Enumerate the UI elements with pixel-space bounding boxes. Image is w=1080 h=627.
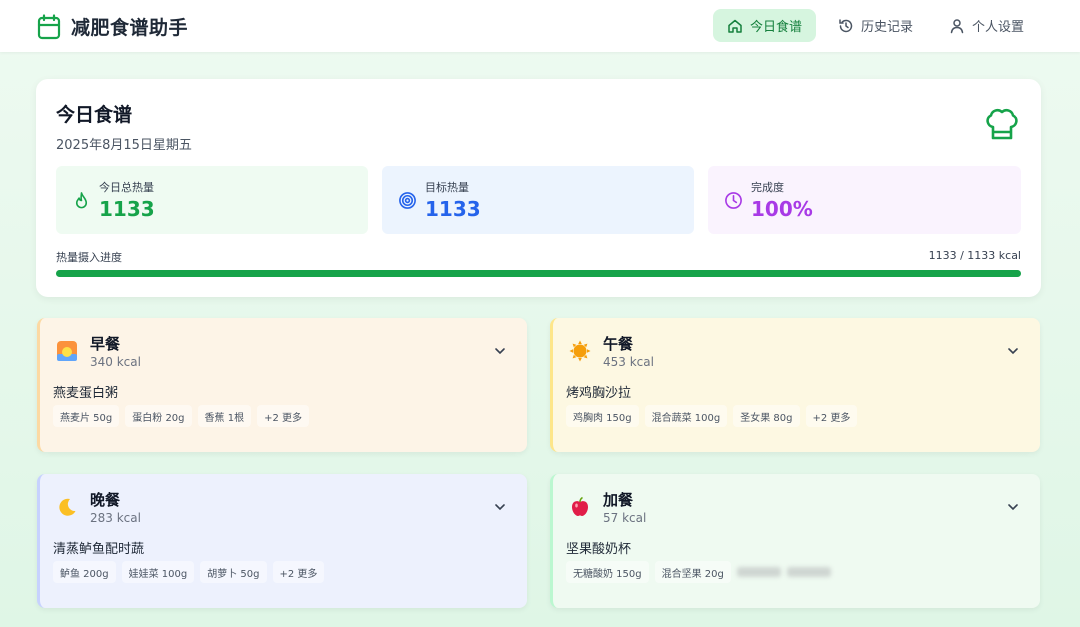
dish-name: 清蒸鲈鱼配时蔬 (53, 542, 145, 557)
nav-label: 个人设置 (971, 20, 1024, 35)
meal-card-lunch[interactable]: 午餐 453 kcal 烤鸡胸沙拉 鸡胸肉 150g 混合蔬菜 100g 圣女果… (550, 318, 1040, 452)
top-header: 减肥食谱助手 今日食谱 历史记录 个人设置 (0, 0, 1080, 52)
meal-card-breakfast[interactable]: 早餐 340 kcal 燕麦蛋白粥 燕麦片 50g 蛋白粉 20g 香蕉 1根 … (37, 318, 527, 452)
ingredient-tags: 鲈鱼 200g 娃娃菜 100g 胡萝卜 50g +2 更多 (53, 561, 325, 583)
calendar-icon (37, 13, 61, 39)
stat-value: 1133 (99, 197, 155, 221)
nav-history[interactable]: 历史记录 (824, 9, 927, 42)
more-tag[interactable]: +2 更多 (257, 405, 309, 427)
history-icon (839, 18, 853, 32)
ingredient-tag: 娃娃菜 100g (121, 561, 195, 583)
progress-label: 热量摄入进度 (56, 251, 122, 264)
ingredient-tag: 香蕉 1根 (197, 405, 252, 427)
ingredient-tag: 混合坚果 20g (654, 561, 731, 583)
stat-completion: 完成度 100% (708, 166, 1021, 234)
meal-name: 晚餐 (90, 491, 121, 509)
ingredient-tag: 鸡胸肉 150g (566, 405, 639, 427)
stat-label: 目标热量 (425, 181, 469, 194)
nav-settings[interactable]: 个人设置 (935, 9, 1038, 42)
target-icon (399, 191, 416, 209)
ingredient-tag: 蛋白粉 20g (125, 405, 192, 427)
ingredient-tag: 胡萝卜 50g (200, 561, 267, 583)
stat-value: 1133 (425, 197, 481, 221)
clock-icon (725, 191, 742, 209)
meal-calories: 283 kcal (90, 511, 141, 525)
dish-name: 烤鸡胸沙拉 (566, 386, 632, 401)
progress-fill (56, 270, 1021, 277)
dish-name: 燕麦蛋白粥 (53, 386, 119, 401)
more-tag[interactable]: +2 更多 (272, 561, 325, 583)
calorie-progress-bar (56, 270, 1021, 277)
app-title: 减肥食谱助手 (71, 17, 189, 39)
nav-label: 今日食谱 (749, 20, 802, 35)
ingredient-tags: 燕麦片 50g 蛋白粉 20g 香蕉 1根 +2 更多 (53, 405, 309, 427)
main-nav: 今日食谱 历史记录 个人设置 (712, 9, 1038, 42)
progress-text: 1133 / 1133 kcal (928, 249, 1021, 262)
nav-label: 历史记录 (860, 20, 913, 35)
ingredient-tag: 混合蔬菜 100g (644, 405, 728, 427)
flame-icon (75, 191, 88, 208)
date-label: 2025年8月15日星期五 (56, 138, 192, 153)
sun-icon (569, 340, 591, 362)
user-icon (950, 18, 964, 33)
meal-name: 午餐 (603, 335, 634, 353)
meal-card-dinner[interactable]: 晚餐 283 kcal 清蒸鲈鱼配时蔬 鲈鱼 200g 娃娃菜 100g 胡萝卜… (37, 474, 527, 608)
dish-name: 坚果酸奶杯 (566, 542, 632, 557)
stat-total-calories: 今日总热量 1133 (56, 166, 368, 234)
ingredient-tags: 无糖酸奶 150g 混合坚果 20g (566, 561, 831, 583)
stat-label: 完成度 (751, 181, 784, 194)
ingredient-tag: 燕麦片 50g (53, 405, 120, 427)
ingredient-tags: 鸡胸肉 150g 混合蔬菜 100g 圣女果 80g +2 更多 (566, 405, 858, 427)
meal-card-snack[interactable]: 加餐 57 kcal 坚果酸奶杯 无糖酸奶 150g 混合坚果 20g (550, 474, 1040, 608)
sunrise-icon (57, 341, 77, 361)
chevron-down-icon[interactable] (493, 500, 507, 514)
daily-summary-card: 今日食谱 2025年8月15日星期五 今日总热量 1133 目标热量 1133 (36, 79, 1041, 297)
stat-value: 100% (751, 197, 813, 221)
apple-icon (572, 496, 588, 516)
home-icon (728, 19, 742, 33)
meal-calories: 453 kcal (603, 355, 654, 369)
ingredient-tag: 无糖酸奶 150g (566, 561, 649, 583)
nav-today-recipes[interactable]: 今日食谱 (712, 9, 816, 42)
ingredient-tag: 鲈鱼 200g (53, 561, 116, 583)
meal-name: 加餐 (603, 491, 634, 509)
blurred-tag (736, 567, 781, 577)
chef-hat-icon (986, 108, 1018, 140)
chevron-down-icon[interactable] (493, 344, 507, 358)
chevron-down-icon[interactable] (1006, 344, 1020, 358)
ingredient-tag: 圣女果 80g (733, 405, 800, 427)
more-tag[interactable]: +2 更多 (805, 405, 858, 427)
meal-calories: 57 kcal (603, 511, 647, 525)
meal-calories: 340 kcal (90, 355, 141, 369)
page-title: 今日食谱 (56, 104, 133, 126)
stat-label: 今日总热量 (99, 181, 154, 194)
meal-name: 早餐 (90, 335, 121, 353)
blurred-tag (786, 567, 831, 577)
brand[interactable]: 减肥食谱助手 (37, 13, 188, 40)
chevron-down-icon[interactable] (1006, 500, 1020, 514)
moon-icon (59, 498, 76, 516)
stat-target-calories: 目标热量 1133 (382, 166, 694, 234)
